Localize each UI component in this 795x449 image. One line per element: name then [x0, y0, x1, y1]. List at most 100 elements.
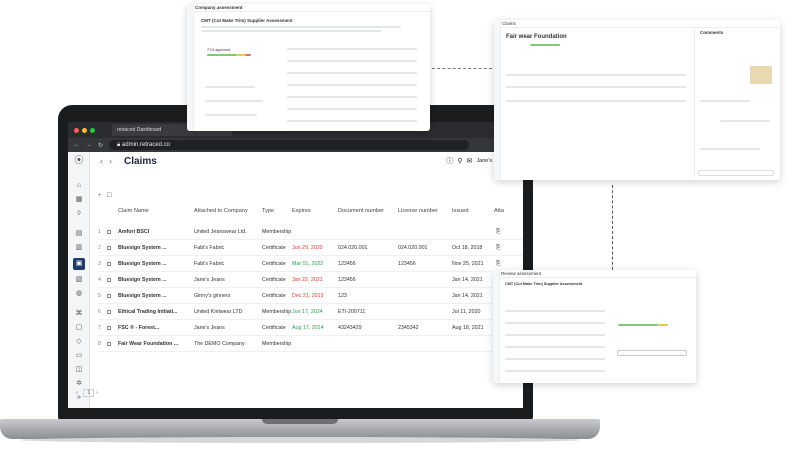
- column-attachments[interactable]: Atta: [494, 208, 504, 214]
- attachment-icon[interactable]: ⎘: [496, 229, 500, 236]
- table-row[interactable]: 3 Bluesign System ... Fabi's Fabric Certifi…: [98, 256, 523, 272]
- column-type[interactable]: Type: [262, 208, 274, 214]
- column-claim-name[interactable]: Claim Name: [118, 208, 149, 214]
- issued-date: Nov 25, 2021: [452, 261, 484, 267]
- shield-icon[interactable]: ◊: [74, 210, 84, 218]
- help-icon[interactable]: ⓘ: [446, 156, 453, 166]
- claim-name: Bluesign System ...: [118, 245, 167, 251]
- breadcrumb[interactable]: Claims: [502, 21, 516, 26]
- factory-icon[interactable]: ⌘: [74, 310, 84, 318]
- claims-icon[interactable]: ▣: [73, 258, 85, 270]
- forward-icon[interactable]: →: [86, 142, 92, 148]
- settings-icon[interactable]: ✲: [74, 380, 84, 388]
- comment-input[interactable]: [698, 170, 774, 176]
- window-title: Company assessment: [195, 5, 243, 10]
- tag-icon[interactable]: ◇: [74, 338, 84, 346]
- link-icon[interactable]: ⚲: [457, 157, 462, 165]
- column-document-number[interactable]: Document number: [338, 208, 384, 214]
- column-issued[interactable]: Issued: [452, 208, 468, 214]
- progress-pending: [658, 324, 668, 326]
- table-body: 1 Amfori BSCI United Jeanswear Ltd. Members…: [98, 224, 523, 352]
- attachment-icon[interactable]: ⎘: [496, 245, 500, 252]
- url-field[interactable]: 🔒︎ admin.retraced.co: [109, 140, 470, 150]
- row-checkbox[interactable]: [107, 262, 111, 266]
- status-badge: [530, 44, 560, 46]
- comment-image: [750, 66, 772, 84]
- close-window-dot[interactable]: [74, 127, 79, 133]
- row-index: 8: [98, 341, 101, 347]
- document-number: 024.020.001: [338, 245, 368, 251]
- back-icon[interactable]: ←: [74, 142, 80, 148]
- building-icon[interactable]: ▦: [74, 196, 84, 204]
- column-license-number[interactable]: License number: [398, 208, 438, 214]
- laptop-shadow: [20, 437, 580, 443]
- table-row[interactable]: 5 Bluesign System ... Ginny's ginners Certi…: [98, 288, 523, 304]
- company-name: United Jeanswear Ltd.: [194, 229, 247, 235]
- expiry-date: Jan 22, 2021: [292, 277, 323, 283]
- table-row[interactable]: 2 Bluesign System ... Fabi's Fabric Certifi…: [98, 240, 523, 256]
- table-row-line: [506, 86, 686, 88]
- add-claim-button[interactable]: +: [98, 193, 102, 199]
- company-name: Fabi's Fabric: [194, 245, 225, 251]
- table-row-line: [506, 100, 686, 102]
- question-line: [205, 100, 263, 102]
- review-heading: CMT (Cut Make Trim) Supplier Assessment: [505, 282, 583, 286]
- reload-icon[interactable]: ↻: [98, 142, 103, 149]
- row-checkbox[interactable]: [107, 230, 111, 234]
- maximize-window-dot[interactable]: [90, 127, 95, 133]
- globe-icon[interactable]: ◍: [74, 290, 84, 298]
- expiry-date: Jun 29, 2020: [292, 245, 323, 251]
- file-icon[interactable]: ▥: [74, 244, 84, 252]
- box-icon[interactable]: ▢: [74, 324, 84, 332]
- license-number: 024.020.001: [398, 245, 428, 251]
- home-icon[interactable]: ⌂: [74, 182, 84, 190]
- claim-name: Bluesign System ...: [118, 293, 167, 299]
- comment-line: [700, 148, 760, 150]
- logo-icon[interactable]: ⦿: [74, 156, 84, 165]
- table-row[interactable]: 7 FSC ® - Forest... Jane's Jeans Certificat…: [98, 320, 523, 336]
- laptop-notch: [262, 419, 338, 424]
- column-expires[interactable]: Expires: [292, 208, 311, 214]
- select-all-checkbox[interactable]: ☐: [107, 193, 112, 199]
- row-checkbox[interactable]: [107, 326, 111, 330]
- expiry-date: Dec 21, 2019: [292, 293, 324, 299]
- chart-icon[interactable]: ▧: [74, 276, 84, 284]
- nav-back-icon[interactable]: ‹: [100, 156, 103, 166]
- table-row-line: [287, 120, 417, 122]
- table-row[interactable]: 4 Bluesign System ... Jane's Jeans Certific…: [98, 272, 523, 288]
- truck-icon[interactable]: ▭: [74, 352, 84, 360]
- laptop-screen: retraced Dashboard ✕ ← → ↻ 🔒︎ admin.retr…: [68, 122, 523, 408]
- attachment-icon[interactable]: ⎘: [496, 261, 500, 268]
- prev-page-icon[interactable]: ‹: [76, 390, 78, 396]
- question-line: [505, 322, 605, 324]
- action-button[interactable]: [617, 350, 687, 356]
- review-assessment-window: Review assessment CMT (Cut Make Trim) Su…: [493, 270, 696, 383]
- page-title: Claims: [124, 155, 157, 167]
- page-number[interactable]: 1: [83, 389, 95, 397]
- table-row[interactable]: 1 Amfori BSCI United Jeanswear Ltd. Members…: [98, 224, 523, 240]
- mini-sidebar: [494, 20, 501, 180]
- row-checkbox[interactable]: [107, 310, 111, 314]
- column-company[interactable]: Attached to Company: [194, 208, 248, 214]
- table-row[interactable]: 6 Ethical Trading Initiati... United Knitw…: [98, 304, 523, 320]
- row-checkbox[interactable]: [107, 294, 111, 298]
- table-row[interactable]: 8 Fair Wear Foundation ... The DEMO Compan…: [98, 336, 523, 352]
- row-checkbox[interactable]: [107, 246, 111, 250]
- row-index: 2: [98, 245, 101, 251]
- mini-sidebar: [493, 270, 500, 383]
- progress-approved: [618, 324, 658, 326]
- mail-icon[interactable]: ✉: [467, 157, 473, 165]
- expiry-date: Aug 17, 2024: [292, 325, 324, 331]
- question-line: [505, 310, 605, 312]
- minimize-window-dot[interactable]: [82, 127, 87, 133]
- document-icon[interactable]: ▤: [74, 230, 84, 238]
- row-checkbox[interactable]: [107, 278, 111, 282]
- table-row-line: [287, 60, 417, 62]
- table-toolbar: + ☐: [98, 192, 112, 199]
- nav-forward-icon[interactable]: ›: [109, 156, 112, 166]
- progress-approved: [207, 54, 237, 56]
- next-page-icon[interactable]: ›: [96, 390, 98, 396]
- cart-icon[interactable]: ◫: [74, 366, 84, 374]
- row-checkbox[interactable]: [107, 342, 111, 346]
- mini-sidebar: [187, 4, 194, 131]
